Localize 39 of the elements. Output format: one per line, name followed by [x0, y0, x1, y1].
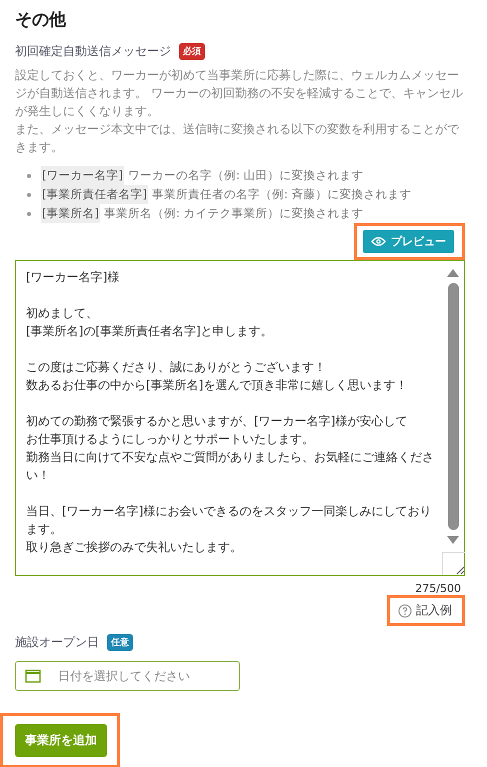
section-title: その他 [15, 9, 68, 31]
bullet-icon [27, 212, 31, 216]
bullet-icon [27, 174, 31, 178]
message-line: [事業所名]の[事業所責任者名字]と申します。 [26, 323, 274, 340]
scroll-down-icon[interactable] [447, 536, 459, 544]
message-line: 取り急ぎご挨拶のみで失礼いたします。 [26, 539, 243, 556]
message-line: この度はご応募くださり、誠にありがとうございます！ [26, 359, 327, 376]
message-line: 数あるお仕事の中から[事業所名]を選んで頂き非常に嬉しく思います！ [26, 377, 408, 394]
variable-code: [ワーカー名字] [41, 166, 124, 185]
calendar-icon [25, 669, 41, 683]
variable-description: 事業所責任者の名字（例: 斉藤）に変換されます [152, 186, 412, 203]
eye-icon [371, 236, 386, 247]
date-field[interactable]: 日付を選択してください [15, 661, 240, 691]
bullet-icon [27, 192, 31, 196]
message-line: お仕事頂けるようにしっかりとサポートいたします。 [26, 431, 315, 448]
description: また、メッセージ本文中では、送信時に変換される以下の変数を利用することができます。 [15, 121, 460, 156]
scrollbar-thumb[interactable] [448, 283, 458, 530]
message-line: 勤務当日に向けて不安な点やご質問がありましたら、お気軽にご連絡ください！ [26, 449, 435, 484]
required-badge: 必須 [179, 43, 205, 60]
field-label: 施設オープン日 [15, 634, 99, 651]
message-line: 初めての勤務で緊張するかと思いますが、[ワーカー名字]様が安心して [26, 413, 408, 430]
variable-code: [事業所責任者名字] [41, 185, 148, 204]
message-textarea[interactable] [15, 260, 465, 576]
message-line: 初めまして、 [26, 305, 99, 322]
preview-button[interactable]: プレビュー [363, 230, 454, 253]
message-line: [ワーカー名字]様 [26, 269, 120, 286]
variable-description: ワーカーの名字（例: 山田）に変換されます [128, 167, 364, 184]
add-button[interactable]: 事業所を追加 [15, 724, 107, 757]
optional-badge: 任意 [107, 634, 133, 651]
character-counter: 275/500 [414, 582, 462, 595]
help-icon [398, 604, 412, 618]
variable-code: [事業所名] [41, 204, 100, 223]
example-link[interactable]: 記入例 [396, 602, 454, 619]
variable-description: 事業所名（例: カイテク事業所）に変換されます [104, 205, 364, 222]
description: 設定しておくと、ワーカーが初めて当事業所に応募した際に、ウェルカムメッセージが自動送信されます。 ワーカーの初回勤務の不安を軽減することで、キャンセルが発生しにくくなります。 [15, 67, 464, 120]
message-line: 当日、[ワーカー名字]様にお会いできるのをスタッフ一同楽しみにしております。 [26, 503, 432, 538]
field-label: 初回確定自動送信メッセージ [15, 43, 171, 60]
scroll-up-icon[interactable] [447, 269, 459, 277]
resize-handle-icon[interactable] [456, 566, 464, 575]
